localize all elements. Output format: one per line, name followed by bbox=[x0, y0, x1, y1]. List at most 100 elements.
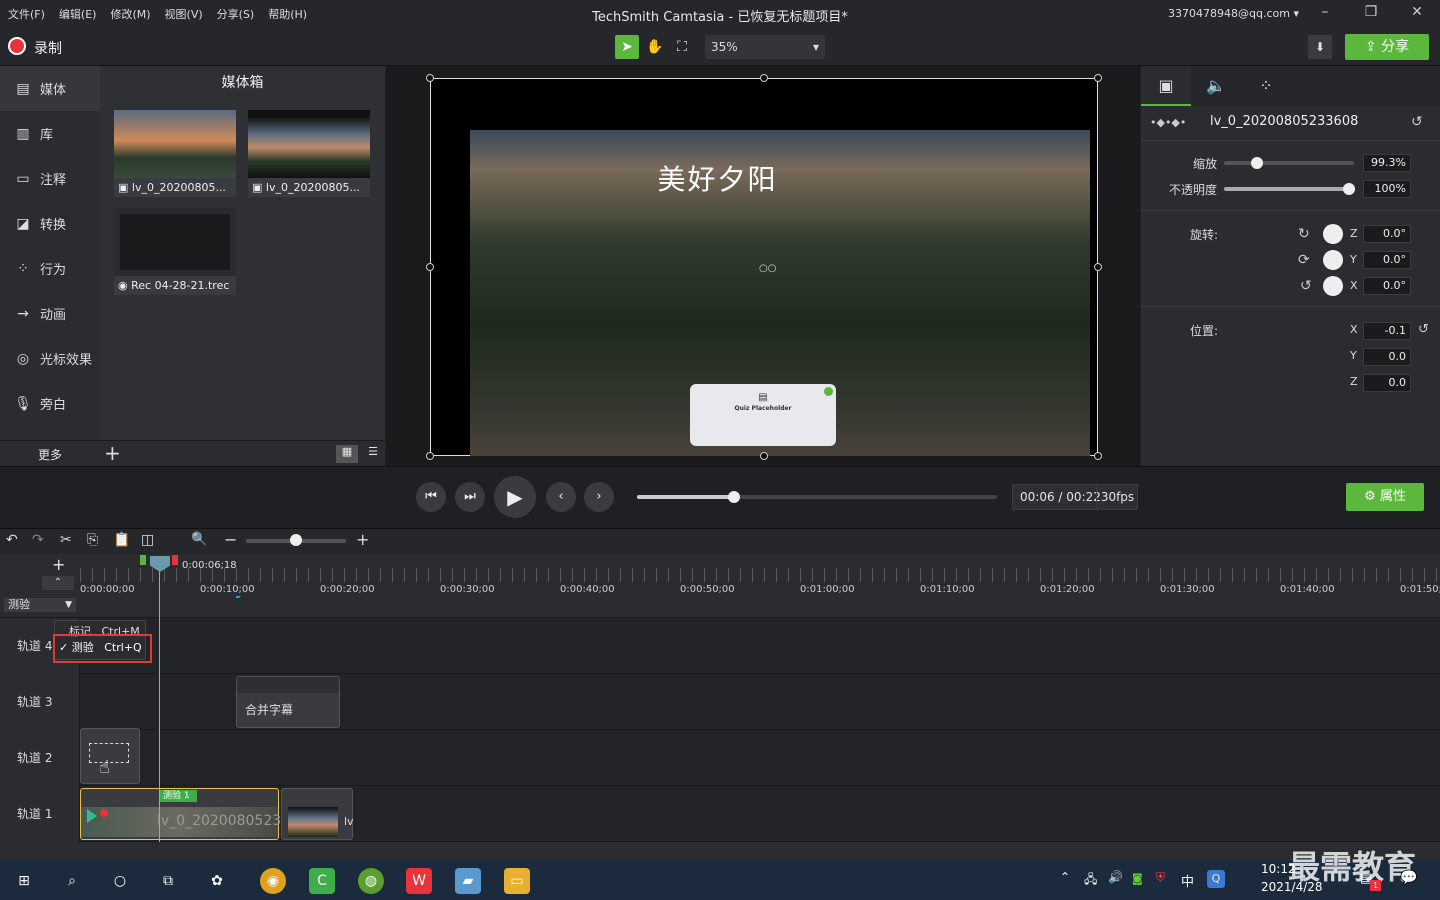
sidebar-item-library[interactable]: ▥ 库 bbox=[0, 111, 100, 156]
sidebar-item-cursor-effects[interactable]: ◎ 光标效果 bbox=[0, 336, 100, 381]
pinwheel-app-icon[interactable]: ✿ bbox=[204, 868, 230, 894]
resize-handle[interactable] bbox=[1094, 452, 1102, 460]
reset-icon[interactable]: ↺ bbox=[1411, 114, 1423, 130]
cortana-icon[interactable]: ○ bbox=[107, 868, 133, 894]
out-point-handle[interactable] bbox=[172, 555, 178, 565]
download-icon[interactable]: ⬇ bbox=[1308, 35, 1332, 59]
pan-tool-icon[interactable]: ✋ bbox=[643, 35, 667, 59]
zoom-select[interactable]: 35% ▾ bbox=[705, 35, 825, 59]
marker-type-dropdown[interactable]: 测验 ▼ bbox=[4, 598, 76, 612]
step-back-icon[interactable]: ⏮ bbox=[416, 482, 446, 512]
crop-tool-icon[interactable]: ⛶ bbox=[670, 35, 694, 59]
resize-handle[interactable] bbox=[426, 74, 434, 82]
paste-icon[interactable]: 📋 bbox=[113, 532, 130, 548]
reset-icon[interactable]: ↺ bbox=[1418, 322, 1429, 337]
video-clip[interactable]: lv bbox=[281, 788, 354, 840]
chrome-icon[interactable]: ◉ bbox=[260, 868, 286, 894]
sidebar-item-behaviors[interactable]: ⁘ 行为 bbox=[0, 246, 100, 291]
more-button[interactable]: 更多 bbox=[38, 446, 62, 463]
rotation-y-dial[interactable] bbox=[1323, 250, 1343, 270]
playhead-line[interactable] bbox=[159, 556, 160, 842]
copy-icon[interactable]: ⎘ bbox=[87, 532, 98, 548]
green-app-icon[interactable]: ◍ bbox=[358, 868, 384, 894]
nvidia-icon[interactable]: ◙ bbox=[1132, 872, 1143, 885]
ime-indicator[interactable]: 中 bbox=[1181, 871, 1194, 890]
in-point-handle[interactable] bbox=[140, 555, 146, 565]
add-icon[interactable]: + bbox=[104, 441, 121, 465]
record-icon[interactable] bbox=[8, 37, 26, 55]
opacity-field[interactable]: 100% bbox=[1363, 180, 1411, 198]
file-explorer-icon[interactable]: ▭ bbox=[504, 868, 530, 894]
sidebar-item-animations[interactable]: → 动画 bbox=[0, 291, 100, 336]
list-view-icon[interactable]: ☰ bbox=[362, 445, 384, 463]
cursor-clip[interactable]: ☝ bbox=[80, 728, 140, 784]
wps-icon[interactable]: W bbox=[406, 868, 432, 894]
position-z-field[interactable]: 0.0 bbox=[1363, 374, 1411, 392]
sidebar-item-media[interactable]: ▤ 媒体 bbox=[0, 66, 100, 111]
opacity-slider[interactable] bbox=[1224, 187, 1354, 191]
security-icon[interactable]: ⛨ bbox=[1156, 870, 1165, 885]
next-icon[interactable]: › bbox=[584, 482, 614, 512]
task-view-icon[interactable]: ⧉ bbox=[155, 868, 181, 894]
restore-button[interactable]: ❐ bbox=[1356, 4, 1386, 24]
media-item[interactable]: ▣ lv_0_20200805... bbox=[248, 110, 370, 197]
opacity-slider-knob[interactable] bbox=[1343, 183, 1355, 195]
search-icon[interactable]: ⌕ bbox=[59, 868, 85, 894]
tab-effects-icon[interactable]: ⁘ bbox=[1241, 66, 1291, 106]
notes-app-icon[interactable]: ▰ bbox=[455, 868, 481, 894]
windows-start-icon[interactable]: ⊞ bbox=[11, 868, 37, 894]
minimize-button[interactable]: – bbox=[1310, 4, 1340, 24]
step-forward-icon[interactable]: ⏭ bbox=[455, 482, 485, 512]
resize-handle[interactable] bbox=[760, 74, 768, 82]
scale-slider-knob[interactable] bbox=[1250, 157, 1263, 169]
timeline-scrollbar[interactable] bbox=[0, 842, 1440, 860]
zoom-in-icon[interactable]: + bbox=[356, 530, 369, 549]
resize-handle[interactable] bbox=[1094, 74, 1102, 82]
caption-clip[interactable]: 合并字幕 bbox=[236, 676, 340, 728]
grid-view-icon[interactable]: ▦ bbox=[336, 445, 358, 463]
rotation-z-dial[interactable] bbox=[1323, 224, 1343, 244]
undo-icon[interactable]: ↶ bbox=[6, 532, 18, 548]
record-button[interactable]: 录制 bbox=[34, 38, 62, 58]
media-item[interactable]: ◉ Rec 04-28-21.trec bbox=[114, 208, 236, 295]
rotation-x-dial[interactable] bbox=[1323, 276, 1343, 296]
camtasia-icon[interactable]: C bbox=[309, 868, 335, 894]
timeline-zoom-knob[interactable] bbox=[290, 534, 302, 546]
quiz-placeholder[interactable]: ▤ Quiz Placeholder bbox=[690, 384, 836, 446]
resize-handle[interactable] bbox=[1094, 263, 1102, 271]
timeline-ruler[interactable]: 0:00:00;00 0:00:10;00 0:00:20;00 0:00:30… bbox=[80, 554, 1440, 601]
resize-handle[interactable] bbox=[426, 452, 434, 460]
resize-handle[interactable] bbox=[426, 263, 434, 271]
select-tool-icon[interactable]: ➤ bbox=[615, 35, 639, 59]
volume-icon[interactable]: 🔊 bbox=[1108, 870, 1123, 884]
network-icon[interactable]: 🖧 bbox=[1084, 870, 1097, 891]
share-button[interactable]: ⇪ 分享 bbox=[1345, 34, 1429, 60]
action-center-icon[interactable]: 💬 bbox=[1400, 870, 1417, 886]
rotation-x-field[interactable]: 0.0° bbox=[1363, 277, 1411, 295]
media-item[interactable]: ▣ lv_0_20200805... bbox=[114, 110, 236, 197]
overlay-caption[interactable]: 美好夕阳 bbox=[610, 158, 825, 198]
previous-icon[interactable]: ‹ bbox=[546, 482, 576, 512]
add-track-icon[interactable]: + bbox=[52, 555, 65, 574]
center-handle-icon[interactable]: ○○ bbox=[759, 263, 776, 274]
chevron-up-icon[interactable]: ⌃ bbox=[42, 576, 74, 590]
resize-handle[interactable] bbox=[760, 452, 768, 460]
search-icon[interactable]: 🔍 bbox=[191, 532, 207, 547]
close-button[interactable]: ✕ bbox=[1402, 4, 1432, 24]
quiz-tag[interactable]: 测验 1 bbox=[159, 790, 197, 802]
account-menu[interactable]: 3370478948@qq.com ▾ bbox=[1168, 7, 1299, 20]
qq-icon[interactable]: Q bbox=[1207, 870, 1225, 888]
sidebar-item-transitions[interactable]: ◪ 转换 bbox=[0, 201, 100, 246]
scale-field[interactable]: 99.3% bbox=[1363, 154, 1411, 172]
tab-visual-icon[interactable]: ▣ bbox=[1141, 66, 1191, 106]
position-y-field[interactable]: 0.0 bbox=[1363, 348, 1411, 366]
cut-icon[interactable]: ✂ bbox=[60, 532, 72, 548]
rotation-y-field[interactable]: 0.0° bbox=[1363, 251, 1411, 269]
tab-audio-icon[interactable]: 🔈 bbox=[1191, 66, 1241, 106]
scale-slider[interactable] bbox=[1224, 161, 1354, 165]
zoom-out-icon[interactable]: − bbox=[224, 530, 237, 549]
play-button[interactable]: ▶ bbox=[494, 476, 536, 518]
redo-icon[interactable]: ↷ bbox=[32, 532, 44, 548]
split-icon[interactable]: ◫ bbox=[141, 532, 154, 548]
properties-button[interactable]: ⚙ 属性 bbox=[1346, 483, 1424, 511]
